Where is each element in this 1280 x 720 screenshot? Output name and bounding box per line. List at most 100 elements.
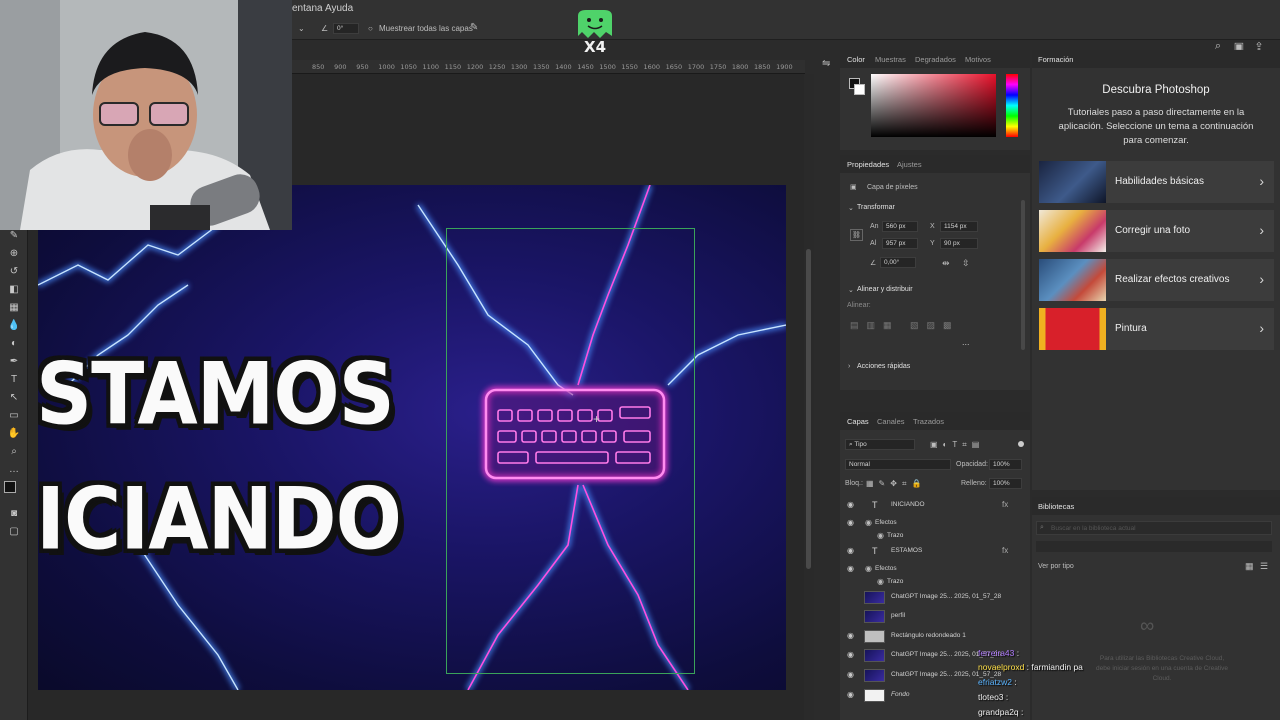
align-buttons[interactable]: ▤▥▦ ▧▨▩ <box>850 320 960 331</box>
history-brush-icon[interactable]: ↺ <box>7 265 21 279</box>
canvas-text-estamos[interactable]: STAMOS <box>38 346 395 445</box>
transform-section-title[interactable]: Transformar <box>857 204 895 211</box>
transform-bounding-box[interactable] <box>446 228 695 674</box>
color-field[interactable] <box>871 74 996 137</box>
zoom-tool-icon[interactable]: ⌕ <box>7 445 21 459</box>
layer-row[interactable]: ◉ Tfx INICIANDO <box>842 496 1030 515</box>
blur-tool-icon[interactable]: 💧 <box>7 319 21 333</box>
lock-icons[interactable]: ▦✎✥⌗🔒 <box>866 479 926 489</box>
width-field[interactable]: 560 px <box>882 221 918 232</box>
layer-filter-icons[interactable]: ▣◐T⌗▤ <box>930 440 984 450</box>
blend-mode-select[interactable]: Normal <box>845 459 951 470</box>
y-field[interactable]: 90 px <box>940 238 978 249</box>
dropdown-arrow-icon[interactable]: ⌄ <box>298 24 305 33</box>
tab-layers[interactable]: Capas <box>847 417 869 426</box>
layer-row[interactable]: perfil <box>842 607 1030 626</box>
layer-row[interactable]: ◉ Rectángulo redondeado 1 <box>842 627 1030 646</box>
type-tool-icon[interactable]: T <box>7 373 21 387</box>
visibility-eye-icon[interactable]: ◉ <box>847 631 854 640</box>
tab-learn[interactable]: Formación <box>1038 55 1073 64</box>
tab-adjustments[interactable]: Ajustes <box>897 160 922 169</box>
crosshair-icon: + <box>593 412 601 426</box>
libraries-panel: Bibliotecas ⌕ Buscar en la biblioteca ac… <box>1032 497 1280 720</box>
learn-card-painting[interactable]: Pintura › <box>1039 308 1274 350</box>
effect-eye-icon[interactable]: ◉ <box>865 564 872 573</box>
visibility-eye-icon[interactable]: ◉ <box>847 518 854 527</box>
canvas-text-iniciando[interactable]: ICIANDO <box>38 471 402 570</box>
visibility-eye-icon[interactable]: ◉ <box>847 670 854 679</box>
path-select-icon[interactable]: ↖ <box>7 391 21 405</box>
fill-field[interactable]: 100% <box>989 478 1022 489</box>
learn-title: Descubra Photoshop <box>1102 84 1210 96</box>
flip-horizontal-icon[interactable]: ⇹ <box>942 258 950 269</box>
angle-field[interactable]: 0° <box>333 23 359 34</box>
fx-icon[interactable]: fx <box>1002 546 1008 555</box>
stamp-tool-icon[interactable]: ⊕ <box>7 247 21 261</box>
tab-channels[interactable]: Canales <box>877 417 905 426</box>
tab-color[interactable]: Color <box>847 55 865 64</box>
grid-view-icon[interactable]: ▦ <box>1245 561 1254 572</box>
height-field[interactable]: 957 px <box>882 238 918 249</box>
layer-filter-select[interactable]: ⌕ Tipo <box>845 439 915 450</box>
foreground-color-swatch[interactable] <box>4 481 16 493</box>
transform-chevron-icon[interactable]: ⌄ <box>848 204 854 212</box>
quick-actions-title[interactable]: Acciones rápidas <box>857 363 910 370</box>
gradient-tool-icon[interactable]: ▦ <box>7 301 21 315</box>
learn-card-basic-skills[interactable]: Habilidades básicas › <box>1039 161 1274 203</box>
list-view-icon[interactable]: ☰ <box>1260 561 1268 572</box>
menu-item-ventana[interactable]: entana <box>292 3 323 14</box>
tab-gradients[interactable]: Degradados <box>915 55 956 64</box>
visibility-eye-icon[interactable]: ◉ <box>847 500 854 509</box>
filter-toggle[interactable] <box>1018 441 1024 447</box>
learn-card-fix-photo[interactable]: Corregir una foto › <box>1039 210 1274 252</box>
flip-vertical-icon[interactable]: ⇳ <box>962 258 970 269</box>
dodge-tool-icon[interactable]: ◐ <box>7 337 21 351</box>
tab-libraries[interactable]: Bibliotecas <box>1038 502 1074 511</box>
search-icon: ⌕ <box>1040 524 1044 531</box>
screen-mode-icon[interactable]: ▢ <box>7 525 21 539</box>
align-chevron-icon[interactable]: ⌄ <box>848 286 854 294</box>
opacity-field[interactable]: 100% <box>989 459 1022 470</box>
library-select[interactable] <box>1036 541 1272 552</box>
more-tools-icon[interactable]: … <box>7 463 21 477</box>
menu-item-ayuda[interactable]: Ayuda <box>325 3 353 14</box>
angle-field[interactable]: 0,00° <box>880 257 916 268</box>
tab-properties[interactable]: Propiedades <box>847 160 889 169</box>
properties-scrollbar[interactable] <box>1021 200 1025 350</box>
library-search-field[interactable]: ⌕ Buscar en la biblioteca actual <box>1036 521 1272 535</box>
effect-eye-icon[interactable]: ◉ <box>865 518 872 527</box>
fx-icon[interactable]: fx <box>1002 500 1008 509</box>
visibility-eye-icon[interactable]: ◉ <box>847 690 854 699</box>
learn-card-creative-effects[interactable]: Realizar efectos creativos › <box>1039 259 1274 301</box>
quick-actions-chevron-icon[interactable]: › <box>848 363 850 370</box>
more-options-button[interactable]: ... <box>962 337 970 347</box>
sample-all-checkbox[interactable]: ○ <box>368 24 373 33</box>
rectangle-tool-icon[interactable]: ▭ <box>7 409 21 423</box>
brush-tool-icon[interactable]: ✎ <box>7 229 21 243</box>
hand-tool-icon[interactable]: ✋ <box>7 427 21 441</box>
eraser-tool-icon[interactable]: ◧ <box>7 283 21 297</box>
x-field[interactable]: 1154 px <box>940 221 978 232</box>
opacity-label: Opacidad: <box>956 461 988 468</box>
align-section-title[interactable]: Alinear y distribuir <box>857 286 913 293</box>
layer-row[interactable]: ◉ Tfx ESTAMOS <box>842 542 1030 561</box>
visibility-eye-icon[interactable]: ◉ <box>847 546 854 555</box>
tool-presets-icon[interactable]: ⇋ <box>822 58 830 69</box>
background-swatch[interactable] <box>854 84 865 95</box>
scrollbar-thumb[interactable] <box>806 249 811 569</box>
link-dimensions-icon[interactable]: ⛓ <box>850 229 863 241</box>
brush-pressure-icon[interactable]: ✎ <box>470 22 478 33</box>
visibility-eye-icon[interactable]: ◉ <box>847 650 854 659</box>
vertical-scrollbar[interactable] <box>804 74 814 720</box>
effect-eye-icon[interactable]: ◉ <box>877 531 884 540</box>
tab-patterns[interactable]: Motivos <box>965 55 991 64</box>
pen-tool-icon[interactable]: ✒ <box>7 355 21 369</box>
effect-eye-icon[interactable]: ◉ <box>877 577 884 586</box>
tab-paths[interactable]: Trazados <box>913 417 944 426</box>
layer-row[interactable]: ChatGPT Image 25... 2025, 01_57_28 <box>842 588 1030 607</box>
view-by-type[interactable]: Ver por tipo <box>1038 563 1074 570</box>
quick-mask-icon[interactable]: ◙ <box>7 507 21 521</box>
hue-slider[interactable] <box>1006 74 1018 137</box>
visibility-eye-icon[interactable]: ◉ <box>847 564 854 573</box>
tab-swatches[interactable]: Muestras <box>875 55 906 64</box>
